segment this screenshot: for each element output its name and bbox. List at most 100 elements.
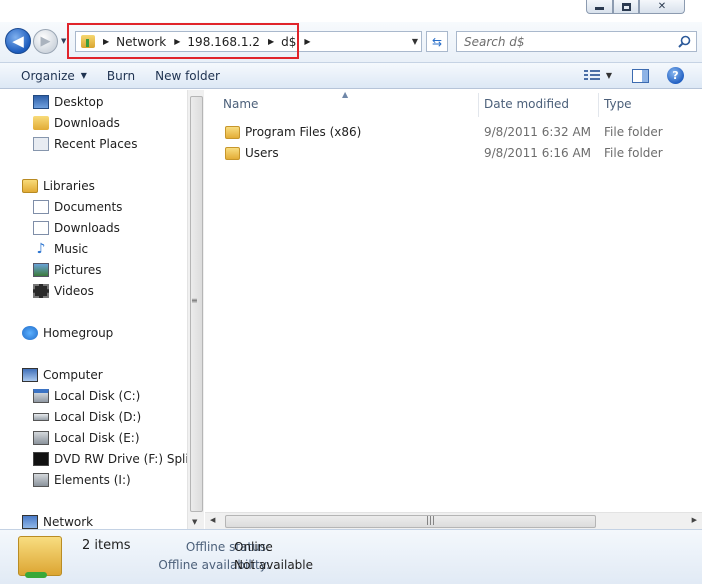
libraries-icon — [22, 179, 38, 193]
scroll-right-arrow-icon[interactable]: ▶ — [692, 516, 697, 524]
local-disk-icon — [33, 431, 49, 445]
new-folder-button[interactable]: New folder — [145, 63, 230, 88]
nav-item-label: Videos — [54, 284, 94, 298]
nav-item-local-disk-d[interactable]: Local Disk (D:) — [33, 407, 141, 427]
back-arrow-icon: ◀ — [12, 32, 24, 50]
item-count: 2 items — [82, 538, 131, 553]
scroll-left-arrow-icon[interactable]: ◀ — [210, 516, 215, 524]
address-highlight-annotation — [67, 23, 299, 59]
file-list: ▲ Name Date modified Type Program Files … — [205, 90, 702, 529]
nav-item-libraries[interactable]: Libraries — [22, 176, 95, 196]
nav-item-downloads[interactable]: Downloads — [33, 113, 120, 133]
search-input[interactable] — [464, 32, 674, 51]
downloads-folder-icon — [33, 116, 49, 130]
nav-item-label: Local Disk (D:) — [54, 410, 142, 424]
nav-item-label: Downloads — [54, 116, 120, 130]
burn-label: Burn — [106, 68, 136, 83]
navigation-pane: Desktop Downloads Recent Places Librarie… — [0, 90, 204, 529]
nav-item-recent-places[interactable]: Recent Places — [33, 134, 137, 154]
date-modified-cell: 9/8/2011 6:16 AM — [484, 146, 592, 160]
column-header-name[interactable]: Name — [223, 90, 258, 117]
maximize-icon — [621, 2, 631, 11]
scrollbar-grip-icon: ≡ — [191, 296, 198, 305]
nav-item-label: Computer — [43, 368, 103, 382]
homegroup-icon — [22, 326, 38, 340]
breadcrumb-chevron-icon[interactable]: ▶ — [304, 37, 310, 46]
forward-button[interactable]: ▶ — [33, 29, 58, 54]
back-button[interactable]: ◀ — [5, 28, 31, 54]
nav-item-label: Network — [43, 515, 94, 529]
videos-icon — [33, 284, 49, 298]
column-header-date-modified[interactable]: Date modified — [484, 90, 569, 117]
offline-availability-value: Not available — [234, 558, 314, 572]
search-box[interactable] — [456, 31, 697, 52]
nav-item-label: Local Disk (C:) — [54, 389, 141, 403]
nav-item-label: Pictures — [54, 263, 102, 277]
type-cell: File folder — [604, 146, 663, 160]
desktop-icon — [33, 95, 49, 109]
sort-ascending-icon: ▲ — [342, 90, 349, 99]
column-divider[interactable] — [478, 93, 479, 117]
local-disk-c-icon — [33, 389, 49, 403]
nav-item-label: Homegroup — [43, 326, 114, 340]
window-caption-buttons: ✕ — [586, 0, 696, 14]
nav-item-label: Libraries — [43, 179, 95, 193]
organize-button[interactable]: Organize ▼ — [0, 63, 97, 88]
column-divider[interactable] — [598, 93, 599, 117]
nav-item-local-disk-c[interactable]: Local Disk (C:) — [33, 386, 140, 406]
maximize-button[interactable] — [613, 0, 639, 14]
help-icon[interactable]: ? — [667, 67, 684, 84]
table-row[interactable]: Users 9/8/2011 6:16 AM File folder — [205, 143, 702, 163]
command-bar: Organize ▼ Burn New folder ▼ ? — [0, 62, 702, 89]
navigation-pane-scrollbar[interactable]: ≡ ▼ — [187, 90, 204, 529]
nav-item-computer[interactable]: Computer — [22, 365, 103, 385]
close-button[interactable]: ✕ — [639, 0, 685, 14]
nav-item-homegroup[interactable]: Homegroup — [22, 323, 113, 343]
nav-item-label: DVD RW Drive (F:) Split/S — [54, 452, 204, 466]
forward-arrow-icon: ▶ — [40, 34, 51, 49]
external-disk-icon — [33, 473, 49, 487]
folder-icon — [225, 125, 240, 139]
nav-item-elements[interactable]: Elements (I:) — [33, 470, 131, 490]
recent-pages-button[interactable]: ▼ — [61, 37, 66, 45]
burn-button[interactable]: Burn — [97, 63, 145, 88]
nav-item-music[interactable]: ♪ Music — [33, 239, 89, 259]
file-name-cell[interactable]: Program Files (x86) — [225, 122, 361, 142]
search-icon[interactable] — [678, 35, 691, 48]
nav-item-pictures[interactable]: Pictures — [33, 260, 102, 280]
nav-item-label: Recent Places — [54, 137, 138, 151]
column-header-label: Name — [223, 96, 259, 111]
nav-item-label: Desktop — [54, 95, 104, 109]
nav-item-documents[interactable]: Documents — [33, 197, 122, 217]
computer-icon — [22, 368, 38, 382]
nav-item-network[interactable]: Network — [22, 512, 93, 529]
column-header-type[interactable]: Type — [604, 90, 632, 117]
scroll-down-arrow-icon[interactable]: ▼ — [192, 518, 197, 526]
nav-item-label: Documents — [54, 200, 123, 214]
file-name-cell[interactable]: Users — [225, 143, 279, 163]
address-dropdown-icon[interactable]: ▼ — [412, 37, 418, 46]
minimize-icon — [595, 7, 604, 10]
scrollbar-thumb[interactable]: ||| — [225, 515, 596, 528]
organize-label: Organize — [21, 68, 75, 83]
column-header-label: Date modified — [484, 96, 570, 111]
documents-icon — [33, 200, 49, 214]
file-name: Program Files (x86) — [245, 125, 362, 139]
file-list-horizontal-scrollbar[interactable]: ◀ ||| ▶ — [205, 512, 702, 529]
new-folder-label: New folder — [155, 68, 220, 83]
nav-item-desktop[interactable]: Desktop — [33, 92, 104, 112]
nav-item-label: Downloads — [54, 221, 120, 235]
preview-pane-icon[interactable] — [632, 68, 649, 83]
nav-item-dvd-drive[interactable]: DVD RW Drive (F:) Split/S — [33, 449, 204, 469]
nav-item-videos[interactable]: Videos — [33, 281, 94, 301]
change-view-icon[interactable] — [583, 69, 600, 82]
nav-item-local-disk-e[interactable]: Local Disk (E:) — [33, 428, 140, 448]
nav-item-library-downloads[interactable]: Downloads — [33, 218, 120, 238]
local-disk-icon — [33, 413, 49, 421]
table-row[interactable]: Program Files (x86) 9/8/2011 6:32 AM Fil… — [205, 122, 702, 142]
refresh-button[interactable]: ⇆ — [426, 31, 448, 52]
date-modified-cell: 9/8/2011 6:32 AM — [484, 125, 592, 139]
minimize-button[interactable] — [586, 0, 613, 14]
view-options-dropdown-icon[interactable]: ▼ — [606, 71, 612, 80]
pictures-icon — [33, 263, 49, 277]
